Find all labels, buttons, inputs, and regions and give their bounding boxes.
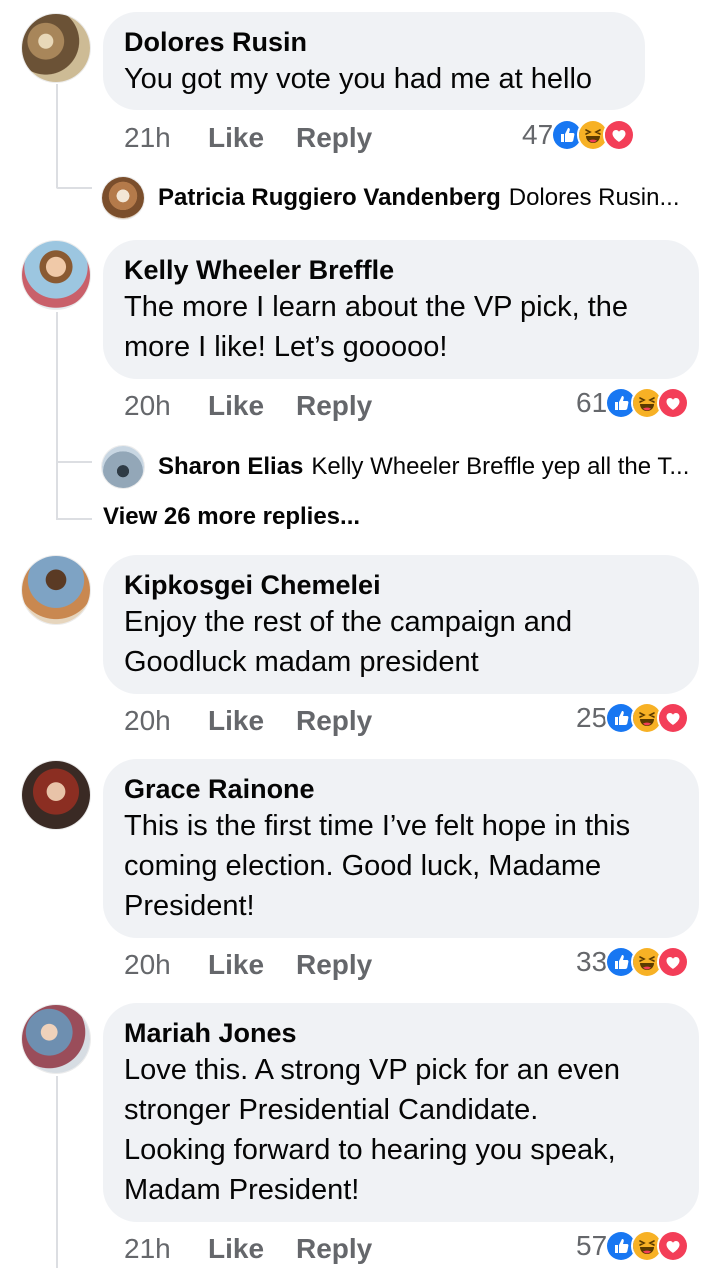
love-icon — [657, 387, 690, 419]
comment-actions: 20h Like Reply — [124, 701, 372, 741]
reply-preview[interactable]: Sharon Elias Kelly Wheeler Breffle yep a… — [158, 446, 689, 488]
love-icon — [657, 946, 690, 978]
like-button[interactable]: Like — [208, 390, 296, 422]
comment-timestamp[interactable]: 21h — [124, 122, 208, 154]
like-button[interactable]: Like — [208, 949, 296, 981]
thread-connector — [56, 461, 92, 463]
avatar-sharon-elias[interactable] — [102, 446, 144, 488]
like-button[interactable]: Like — [208, 122, 296, 154]
comment-text: Love this. A strong VP pick for an even … — [124, 1054, 620, 1206]
comment-bubble: Dolores Rusin You got my vote you had me… — [103, 12, 645, 110]
reply-button[interactable]: Reply — [296, 949, 372, 981]
thread-line — [56, 1076, 58, 1268]
comment-author[interactable]: Kipkosgei Chemelei — [124, 568, 678, 602]
reaction-count: 61 — [576, 387, 608, 418]
thread-connector — [56, 518, 92, 520]
comment-timestamp[interactable]: 21h — [124, 1233, 208, 1265]
comment-actions: 20h Like Reply — [124, 386, 372, 426]
comment-author[interactable]: Dolores Rusin — [124, 25, 624, 59]
reply-button[interactable]: Reply — [296, 390, 372, 422]
comment-text: You got my vote you had me at hello — [124, 63, 593, 95]
reply-author[interactable]: Sharon Elias — [158, 453, 303, 481]
like-button[interactable]: Like — [208, 705, 296, 737]
thread-connector — [56, 187, 92, 189]
avatar-dolores-rusin[interactable] — [22, 14, 90, 82]
comment-text: This is the first time I’ve felt hope in… — [124, 810, 631, 922]
reaction-summary[interactable]: 25 — [576, 700, 690, 736]
comment-timestamp[interactable]: 20h — [124, 705, 208, 737]
like-button[interactable]: Like — [208, 1233, 296, 1265]
comment-bubble: Kelly Wheeler Breffle The more I learn a… — [103, 240, 699, 379]
comment-timestamp[interactable]: 20h — [124, 390, 208, 422]
reply-button[interactable]: Reply — [296, 705, 372, 737]
comment-bubble: Mariah Jones Love this. A strong VP pick… — [103, 1003, 699, 1222]
comment-text: The more I learn about the VP pick, the … — [124, 291, 629, 363]
reaction-count: 33 — [576, 946, 608, 977]
reaction-summary[interactable]: 61 — [576, 385, 690, 421]
reply-button[interactable]: Reply — [296, 1233, 372, 1265]
reaction-summary[interactable]: 33 — [576, 944, 690, 980]
avatar-grace-rainone[interactable] — [22, 761, 90, 829]
love-icon — [657, 702, 690, 734]
comment-text: Enjoy the rest of the campaign and Goodl… — [124, 606, 573, 678]
view-more-replies-link[interactable]: View 26 more replies... — [103, 503, 360, 531]
comment-author[interactable]: Grace Rainone — [124, 772, 678, 806]
avatar-kelly-wheeler-breffle[interactable] — [22, 241, 90, 309]
comment-author[interactable]: Mariah Jones — [124, 1016, 678, 1050]
reaction-count: 25 — [576, 702, 608, 733]
avatar-kipkosgei-chemelei[interactable] — [22, 556, 90, 624]
love-icon — [603, 119, 636, 151]
thread-line — [56, 84, 58, 188]
reply-text: Kelly Wheeler Breffle yep all the T... — [311, 453, 690, 480]
reaction-count: 47 — [522, 119, 554, 150]
reaction-summary[interactable]: 47 — [522, 117, 636, 153]
comment-actions: 21h Like Reply — [124, 1229, 372, 1269]
reply-button[interactable]: Reply — [296, 122, 372, 154]
reaction-summary[interactable]: 57 — [576, 1228, 690, 1264]
comment-author[interactable]: Kelly Wheeler Breffle — [124, 253, 678, 287]
comment-actions: 21h Like Reply — [124, 118, 372, 158]
comment-bubble: Grace Rainone This is the first time I’v… — [103, 759, 699, 938]
comment-actions: 20h Like Reply — [124, 945, 372, 985]
avatar-patricia-ruggiero-vandenberg[interactable] — [102, 177, 144, 219]
comment-bubble: Kipkosgei Chemelei Enjoy the rest of the… — [103, 555, 699, 694]
comment-timestamp[interactable]: 20h — [124, 949, 208, 981]
love-icon — [657, 1230, 690, 1262]
reply-author[interactable]: Patricia Ruggiero Vandenberg — [158, 184, 501, 212]
reaction-count: 57 — [576, 1230, 608, 1261]
reply-preview[interactable]: Patricia Ruggiero Vandenberg Dolores Rus… — [158, 177, 679, 219]
thread-line — [56, 312, 58, 520]
reply-text: Dolores Rusin... — [508, 184, 680, 211]
avatar-mariah-jones[interactable] — [22, 1005, 90, 1073]
